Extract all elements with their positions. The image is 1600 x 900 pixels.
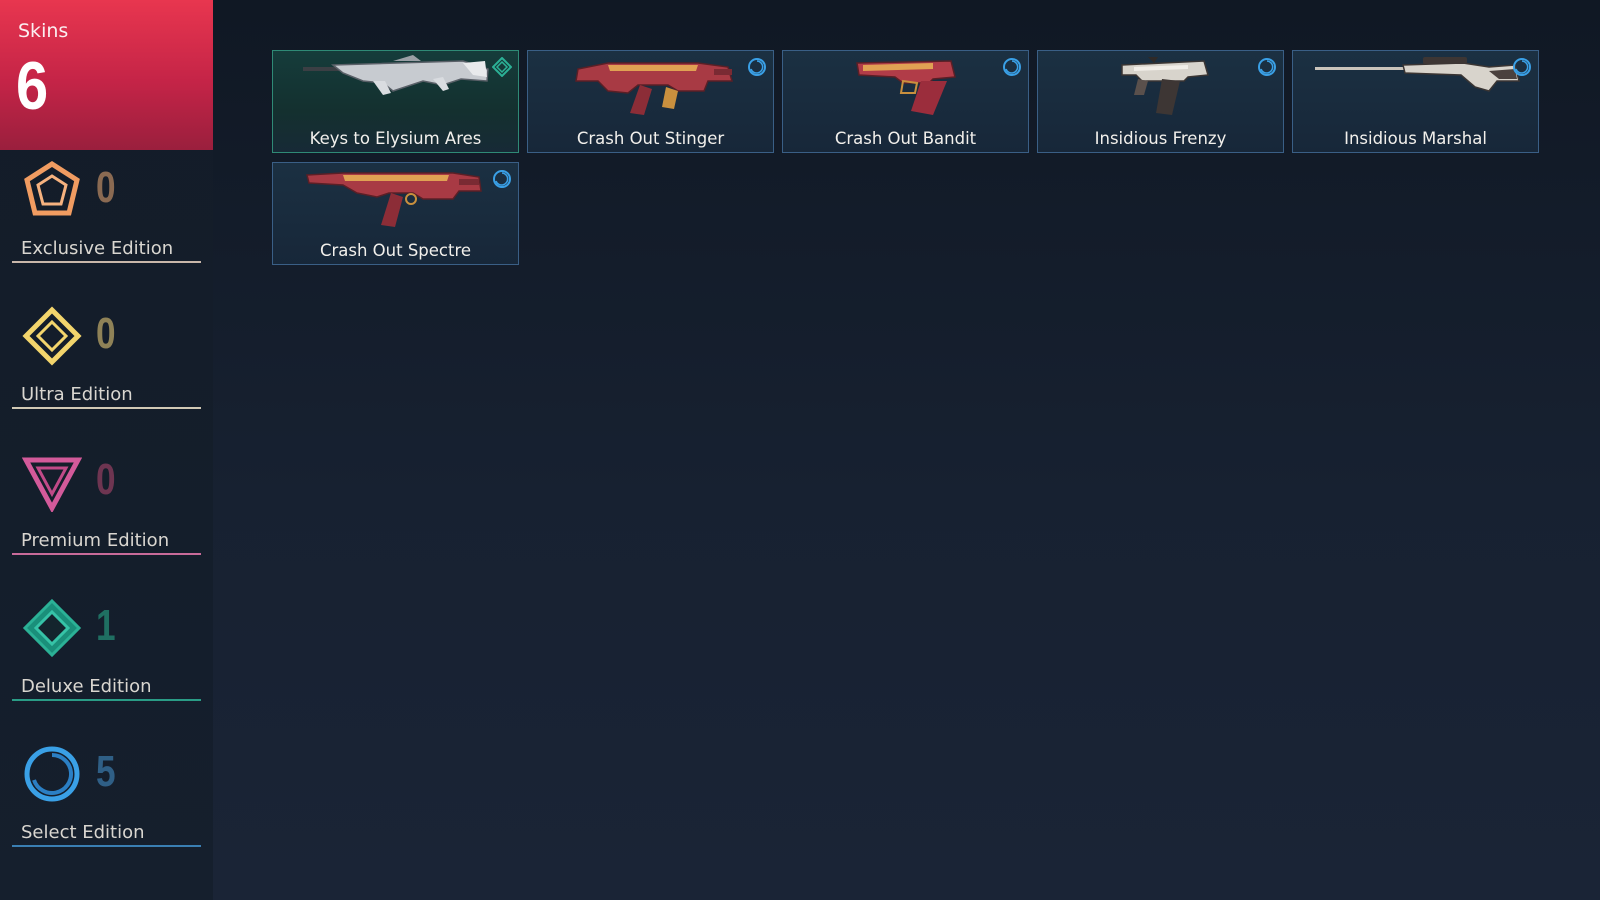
edition-sidebar: Skins 6 0 Exclusive Edition 0 Ultra Edit… — [0, 0, 213, 900]
edition-filter-deluxe[interactable]: 1 Deluxe Edition — [12, 598, 201, 713]
edition-divider — [12, 407, 201, 409]
pistol-icon — [856, 60, 956, 115]
smg-icon — [306, 172, 482, 227]
edition-filter-premium[interactable]: 0 Premium Edition — [12, 452, 201, 567]
skin-tile[interactable]: Insidious Frenzy — [1037, 50, 1284, 153]
edition-divider — [12, 845, 201, 847]
edition-name: Ultra Edition — [21, 384, 133, 405]
select-tier-icon — [1258, 58, 1276, 76]
skin-tile[interactable]: Crash Out Stinger — [527, 50, 774, 153]
skin-name: Keys to Elysium Ares — [309, 129, 482, 148]
edition-name: Select Edition — [21, 822, 145, 843]
edition-count: 0 — [96, 455, 116, 504]
edition-name: Deluxe Edition — [21, 676, 152, 697]
edition-divider — [12, 261, 201, 263]
edition-filter-ultra[interactable]: 0 Ultra Edition — [12, 306, 201, 421]
edition-name: Exclusive Edition — [21, 238, 174, 259]
skin-name: Crash Out Spectre — [319, 241, 472, 260]
skin-name: Insidious Marshal — [1344, 129, 1487, 148]
edition-filter-select[interactable]: 5 Select Edition — [12, 744, 201, 859]
edition-divider — [12, 553, 201, 555]
edition-divider — [12, 699, 201, 701]
machine-gun-icon — [303, 55, 489, 95]
skin-name: Crash Out Bandit — [834, 129, 977, 148]
skins-total-label: Skins — [18, 20, 69, 42]
machine-pistol-icon — [1121, 57, 1209, 115]
select-tier-icon — [748, 58, 766, 76]
ultra-edition-icon — [22, 306, 82, 366]
edition-count: 0 — [96, 309, 116, 358]
select-edition-icon — [24, 746, 80, 802]
edition-name: Premium Edition — [21, 530, 170, 551]
edition-filter-exclusive[interactable]: 0 Exclusive Edition — [12, 160, 201, 275]
edition-count: 1 — [96, 601, 116, 650]
premium-edition-icon — [22, 457, 82, 512]
skin-name: Crash Out Stinger — [576, 129, 725, 148]
skin-tile[interactable]: Crash Out Bandit — [782, 50, 1029, 153]
skin-tile[interactable]: Keys to Elysium Ares — [272, 50, 519, 153]
skins-total-card[interactable]: Skins 6 — [0, 0, 213, 150]
skins-total-count: 6 — [16, 48, 49, 124]
skin-tile[interactable]: Crash Out Spectre — [272, 162, 519, 265]
deluxe-edition-icon — [22, 598, 82, 658]
skins-collection-screen: Skins 6 0 Exclusive Edition 0 Ultra Edit… — [0, 0, 1600, 900]
exclusive-edition-icon — [24, 161, 80, 216]
edition-count: 5 — [96, 747, 116, 796]
deluxe-tier-icon — [492, 57, 512, 77]
smg-icon — [575, 62, 733, 115]
skin-name: Insidious Frenzy — [1094, 129, 1227, 148]
skin-tile[interactable]: Insidious Marshal — [1292, 50, 1539, 153]
select-tier-icon — [493, 170, 511, 188]
select-tier-icon — [1513, 58, 1531, 76]
sniper-rifle-icon — [1315, 57, 1520, 92]
select-tier-icon — [1003, 58, 1021, 76]
edition-count: 0 — [96, 163, 116, 212]
